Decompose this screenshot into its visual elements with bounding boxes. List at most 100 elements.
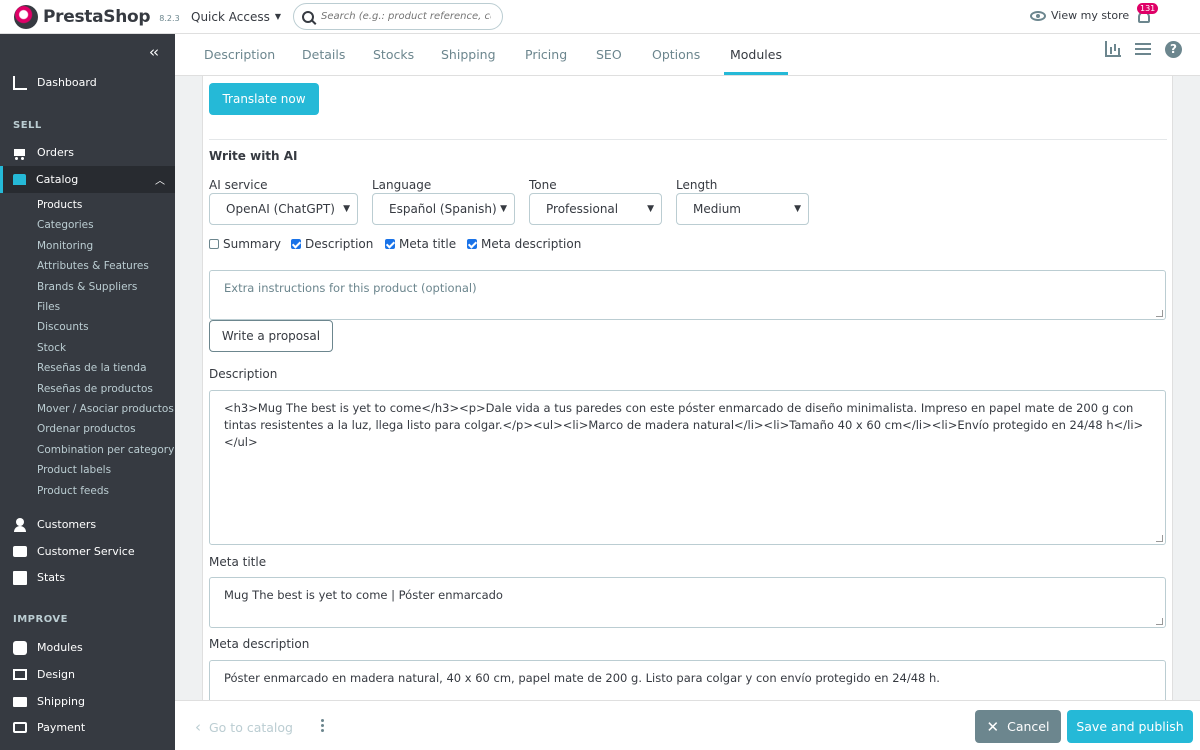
sidebar-subitem-product-labels[interactable]: Product labels (37, 464, 111, 476)
sidebar-subitem-discounts[interactable]: Discounts (37, 321, 89, 333)
description-textarea[interactable]: <h3>Mug The best is yet to come</h3><p>D… (209, 390, 1166, 545)
more-options-icon[interactable] (321, 719, 324, 722)
sidebar-subitem-store-reviews[interactable]: Reseñas de la tienda (37, 362, 147, 374)
sidebar-item-catalog[interactable]: Catalog ︿ (0, 166, 175, 193)
tone-label: Tone (529, 178, 557, 192)
translate-now-button[interactable]: Translate now (209, 83, 319, 115)
save-and-publish-button[interactable]: Save and publish (1067, 710, 1193, 743)
write-ai-title: Write with AI (209, 149, 298, 163)
cancel-button[interactable]: ✕ Cancel (975, 710, 1061, 743)
checkbox-meta-title[interactable]: Meta title (385, 237, 456, 251)
puzzle-icon (13, 640, 27, 655)
section-title-sell: SELL (13, 120, 42, 131)
language-value: Español (Spanish) (389, 202, 497, 216)
product-tabs: Description Details Stocks Shipping Pric… (175, 34, 1200, 76)
view-store-link[interactable]: View my store (1030, 9, 1129, 22)
ai-service-select[interactable]: OpenAI (ChatGPT) ▼ (209, 193, 358, 225)
tab-options[interactable]: Options (652, 47, 700, 75)
checkbox-summary[interactable]: Summary (209, 237, 281, 251)
sidebar-item-dashboard[interactable]: Dashboard (0, 69, 175, 96)
sidebar-subitem-sort-products[interactable]: Ordenar productos (37, 423, 136, 435)
sidebar-item-customers[interactable]: Customers (0, 511, 175, 538)
sidebar-item-label: Orders (37, 146, 74, 159)
sidebar-item-label: Dashboard (37, 76, 97, 89)
checkbox-description[interactable]: Description (291, 237, 373, 251)
resize-handle-icon[interactable] (1156, 310, 1163, 317)
tab-tools: ? (1105, 41, 1182, 58)
notification-badge: 131 (1137, 3, 1159, 14)
length-select[interactable]: Medium ▼ (676, 193, 809, 225)
search-input[interactable] (321, 11, 491, 22)
sidebar-item-label: Catalog (36, 173, 79, 186)
tab-modules[interactable]: Modules (724, 47, 788, 75)
tab-pricing[interactable]: Pricing (525, 47, 567, 75)
chevron-down-icon: ▼ (500, 204, 507, 214)
meta-title-label: Meta title (209, 555, 267, 569)
sidebar-item-stats[interactable]: Stats (0, 564, 175, 591)
collapse-sidebar-icon[interactable]: ‹‹ (149, 43, 159, 61)
checkbox-meta-description[interactable]: Meta description (467, 237, 581, 251)
checkbox-box[interactable] (467, 239, 477, 249)
checkbox-box[interactable] (291, 239, 301, 249)
tab-shipping[interactable]: Shipping (441, 47, 496, 75)
sidebar-subitem-move-products[interactable]: Mover / Asociar productos (37, 403, 174, 415)
checkbox-label: Meta title (399, 237, 457, 251)
sidebar-subitem-product-feeds[interactable]: Product feeds (37, 485, 109, 497)
help-icon[interactable]: ? (1165, 41, 1182, 58)
go-to-catalog-link[interactable]: ‹ Go to catalog (195, 718, 293, 736)
checkbox-label: Meta description (481, 237, 582, 251)
sidebar-subitem-monitoring[interactable]: Monitoring (37, 240, 93, 252)
trending-icon (13, 75, 27, 90)
sidebar-item-label: Customer Service (37, 545, 135, 558)
chart-icon[interactable] (1105, 41, 1121, 57)
resize-handle-icon[interactable] (1156, 535, 1163, 542)
length-label: Length (676, 178, 718, 192)
notifications-button[interactable]: 131 (1136, 3, 1159, 25)
sidebar-subitem-products[interactable]: Products (37, 199, 82, 211)
sidebar-subitem-product-reviews[interactable]: Reseñas de productos (37, 383, 153, 395)
version-label: 8.2.3 (159, 14, 180, 23)
sidebar-subitem-attributes[interactable]: Attributes & Features (37, 260, 149, 272)
sidebar-item-design[interactable]: Design (0, 661, 175, 688)
list-icon[interactable] (1135, 43, 1151, 55)
monitor-icon (13, 669, 27, 680)
description-label: Description (209, 367, 278, 381)
meta-title-textarea[interactable]: Mug The best is yet to come | Póster enm… (209, 577, 1166, 628)
search-icon (302, 10, 314, 23)
sidebar-subitem-combination[interactable]: Combination per category (37, 444, 174, 456)
tone-select[interactable]: Professional ▼ (529, 193, 662, 225)
sidebar-item-label: Stats (37, 571, 66, 584)
sidebar-item-modules[interactable]: Modules (0, 634, 175, 661)
sidebar-item-payment[interactable]: Payment (0, 714, 175, 741)
checkbox-label: Description (305, 237, 374, 251)
checkbox-box[interactable] (385, 239, 395, 249)
main-content: Translate now Write with AI AI service L… (175, 76, 1200, 700)
checkbox-box[interactable] (209, 239, 219, 249)
truck-icon (13, 696, 27, 707)
sidebar-item-customer-service[interactable]: Customer Service (0, 538, 175, 565)
view-store-label: View my store (1051, 9, 1130, 22)
sidebar-subitem-files[interactable]: Files (37, 301, 60, 313)
logo[interactable]: PrestaShop 8.2.3 (0, 4, 183, 29)
tab-seo[interactable]: SEO (596, 47, 622, 75)
chevron-down-icon: ▼ (343, 204, 350, 214)
language-label: Language (372, 178, 432, 192)
write-proposal-button[interactable]: Write a proposal (209, 320, 333, 352)
search-box[interactable] (293, 3, 503, 30)
language-select[interactable]: Español (Spanish) ▼ (372, 193, 515, 225)
instructions-placeholder: Extra instructions for this product (opt… (224, 281, 477, 295)
sidebar-item-shipping[interactable]: Shipping (0, 688, 175, 715)
extra-instructions-textarea[interactable]: Extra instructions for this product (opt… (209, 270, 1166, 320)
sidebar: ‹‹ Dashboard SELL Orders Catalog ︿ Produ… (0, 34, 175, 750)
sidebar-subitem-brands[interactable]: Brands & Suppliers (37, 281, 137, 293)
meta-description-textarea[interactable]: Póster enmarcado en madera natural, 40 x… (209, 660, 1166, 700)
tab-description[interactable]: Description (204, 47, 275, 75)
tab-stocks[interactable]: Stocks (373, 47, 414, 75)
resize-handle-icon[interactable] (1156, 618, 1163, 625)
sidebar-subitem-stock[interactable]: Stock (37, 342, 66, 354)
tab-details[interactable]: Details (302, 47, 345, 75)
sidebar-subitem-categories[interactable]: Categories (37, 219, 94, 231)
quick-access-dropdown[interactable]: Quick Access ▼ (191, 10, 283, 24)
cancel-label: Cancel (1007, 719, 1050, 734)
sidebar-item-orders[interactable]: Orders (0, 139, 175, 166)
